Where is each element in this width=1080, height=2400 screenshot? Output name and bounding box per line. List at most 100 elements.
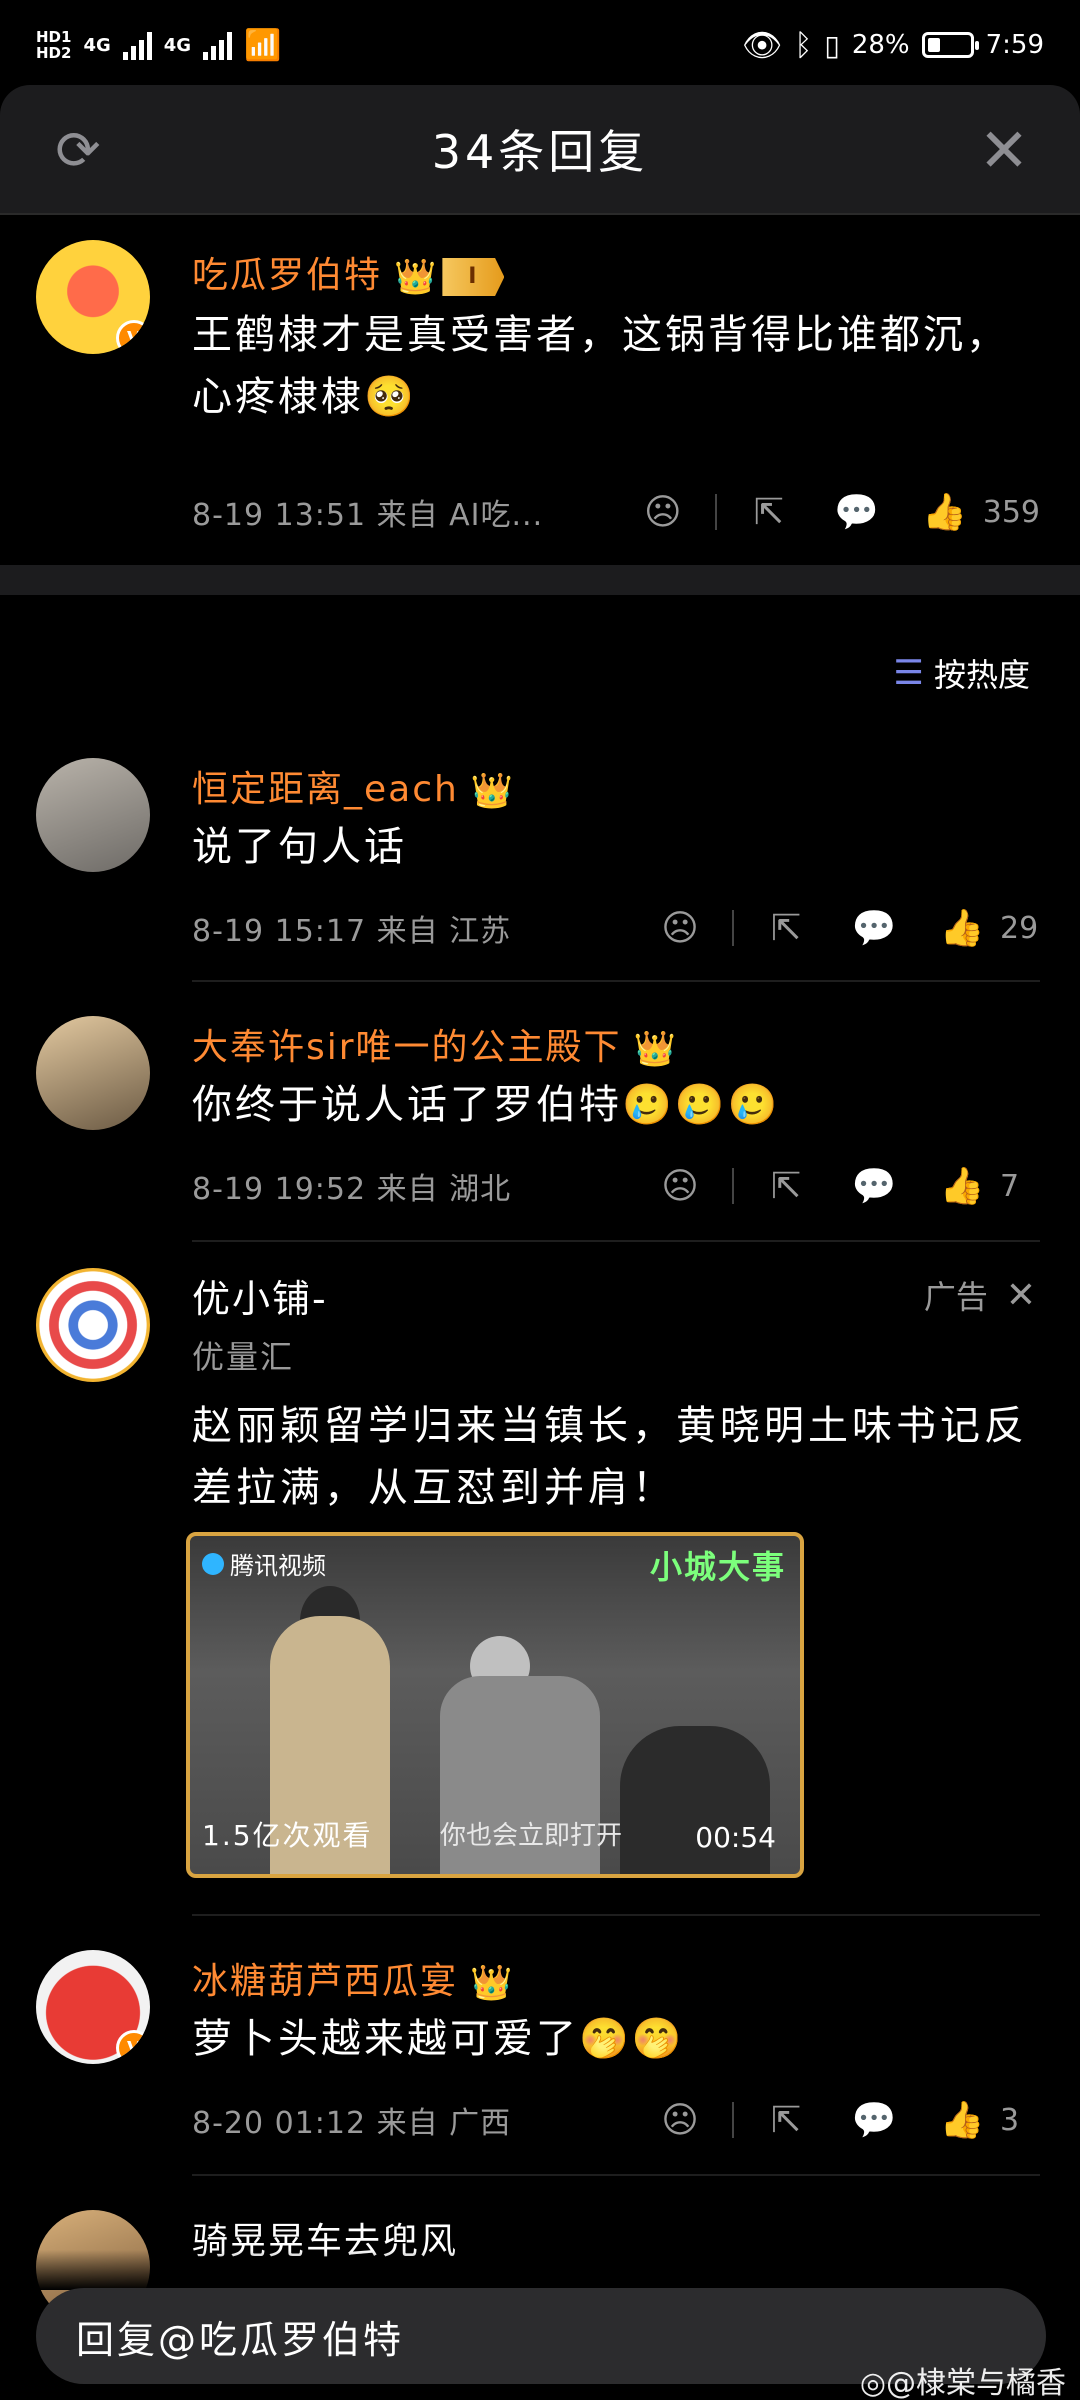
- watermark-text: @棣棠与橘香: [886, 2366, 1066, 2400]
- row-divider: [192, 1914, 1040, 1916]
- comment-time-location: 8-19 13:51 来自 AI吃...: [192, 498, 544, 533]
- dislike-icon[interactable]: ☹: [658, 2098, 702, 2142]
- crown-icon: 👑: [470, 1963, 515, 2003]
- sort-label: 按热度: [933, 656, 1030, 694]
- signal-icon: [122, 30, 152, 60]
- comment-meta: 8-19 15:17 来自 江苏 ☹ ⇱ 💬 👍 29: [192, 898, 1040, 958]
- avatar[interactable]: V: [36, 1950, 150, 2064]
- avatar[interactable]: [36, 758, 150, 872]
- ad-sub: 优量汇: [192, 1338, 295, 1376]
- comment-username[interactable]: 恒定距离_each 👑: [192, 760, 515, 812]
- ad-name[interactable]: 优小铺-: [192, 1268, 328, 1323]
- clock: 7:59: [985, 30, 1044, 60]
- bluetooth-icon: ᛒ: [794, 27, 813, 63]
- crown-icon: 👑: [633, 1029, 678, 1069]
- divider: [732, 2102, 734, 2138]
- sort-icon: ☰: [893, 653, 924, 693]
- share-icon[interactable]: ⇱: [764, 906, 808, 950]
- eye-icon: 👁: [741, 26, 783, 64]
- refresh-icon[interactable]: ⟳: [50, 123, 106, 179]
- reply-icon[interactable]: 💬: [852, 1164, 897, 1208]
- like-count: 29: [1000, 910, 1039, 946]
- like-icon[interactable]: 👍: [940, 2098, 985, 2142]
- share-icon[interactable]: ⇱: [764, 1164, 808, 1208]
- video-brand: 腾讯视频: [202, 1546, 326, 1581]
- crown-icon: 👑: [470, 771, 516, 811]
- comment-meta: 8-20 01:12 来自 广西 ☹ ⇱ 💬 👍 3: [192, 2090, 1040, 2150]
- video-title: 小城大事: [649, 1548, 786, 1586]
- network-label-2: 4G: [163, 34, 192, 56]
- like-count: 359: [982, 494, 1040, 530]
- reply-icon[interactable]: 💬: [852, 906, 897, 950]
- list-item: V 冰糖葫芦西瓜宴 👑 萝卜头越来越可爱了🤭🤭 8-20 01:12 来自 广西 …: [0, 1950, 1080, 2170]
- ad-tag-label: 广告: [923, 1278, 988, 1316]
- avatar[interactable]: V: [36, 240, 150, 354]
- comment-time-location: 8-20 01:12 来自 广西: [192, 2106, 512, 2141]
- battery-icon: [921, 32, 979, 58]
- video-open-text: 你也会立即打开: [440, 1821, 623, 1851]
- crown-icon: 👑: [394, 257, 439, 297]
- vibrate-icon: ▯: [824, 28, 840, 62]
- reply-icon[interactable]: 💬: [852, 2098, 897, 2142]
- share-icon[interactable]: ⇱: [764, 2098, 808, 2142]
- ad-text: 赵丽颖留学归来当镇长，黄晓明土味书记反差拉满，从互怼到并肩！: [192, 1403, 1028, 1511]
- divider: [732, 1168, 734, 1204]
- reply-icon[interactable]: 💬: [834, 490, 879, 534]
- ad-avatar[interactable]: [36, 1268, 150, 1382]
- dislike-icon[interactable]: ☹: [658, 1164, 702, 1208]
- battery-percent: 28%: [851, 30, 910, 60]
- watermark: ◎@棣棠与橘香: [860, 2358, 1066, 2400]
- comment-meta: 8-19 19:52 来自 湖北 ☹ ⇱ 💬 👍 7: [192, 1156, 1040, 1216]
- sort-button[interactable]: ☰ 按热度: [894, 650, 1031, 696]
- list-item: 大奉许sir唯一的公主殿下 👑 你终于说人话了罗伯特🥲🥲🥲 8-19 19:52 …: [0, 1016, 1080, 1236]
- like-icon[interactable]: 👍: [940, 906, 985, 950]
- comment-username[interactable]: 大奉许sir唯一的公主殿下 👑: [192, 1018, 678, 1070]
- reply-placeholder: 回复@吃瓜罗伯特: [76, 2317, 405, 2362]
- hd2-label: HD2: [36, 44, 72, 62]
- hd1-label: HD1: [36, 28, 72, 46]
- wifi-icon: 📶: [244, 27, 282, 63]
- avatar[interactable]: [36, 1016, 150, 1130]
- status-bar: HD1 HD2 4G 4G 📶 👁 ᛒ ▯ 28% 7:59: [0, 0, 1080, 90]
- comment-text: 你终于说人话了罗伯特🥲🥲🥲: [192, 1082, 781, 1128]
- comment-meta: 8-19 13:51 来自 AI吃... ☹ ⇱ 💬 👍 359: [192, 482, 1040, 542]
- network-label-1: 4G: [83, 34, 111, 56]
- video-figure: [620, 1726, 770, 1874]
- dislike-icon[interactable]: ☹: [641, 490, 685, 534]
- comment-text: 萝卜头越来越可爱了🤭🤭: [192, 2016, 685, 2062]
- weibo-icon: ◎: [859, 2366, 886, 2400]
- row-divider: [192, 980, 1040, 982]
- close-ad-icon[interactable]: ✕: [1006, 1275, 1036, 1316]
- rank-badge: I: [442, 258, 505, 296]
- ad-tag: 广告 ✕: [924, 1272, 1036, 1318]
- verified-badge-icon: V: [116, 2030, 150, 2064]
- fade-overlay: [0, 2250, 1080, 2290]
- comment-text: 说了句人话: [192, 824, 407, 870]
- video-views: 1.5亿次观看: [202, 1819, 373, 1852]
- comment-time-location: 8-19 15:17 来自 江苏: [192, 914, 512, 949]
- ad-video-thumbnail[interactable]: 腾讯视频 小城大事 1.5亿次观看 你也会立即打开 00:54: [186, 1532, 804, 1878]
- divider: [714, 494, 717, 530]
- like-count: 7: [1000, 1168, 1020, 1204]
- comment-username[interactable]: 冰糖葫芦西瓜宴 👑: [192, 1952, 514, 2004]
- comment-time-location: 8-19 19:52 来自 湖北: [192, 1172, 512, 1207]
- dislike-icon[interactable]: ☹: [658, 906, 702, 950]
- verified-badge-icon: V: [116, 320, 150, 354]
- section-divider: [0, 565, 1080, 595]
- close-icon[interactable]: ✕: [976, 121, 1032, 181]
- signal-icon-2: [203, 30, 233, 60]
- sim-indicator: HD1 HD2: [36, 29, 71, 61]
- like-icon[interactable]: 👍: [922, 490, 967, 534]
- list-item: 恒定距离_each 👑 说了句人话 8-19 15:17 来自 江苏 ☹ ⇱ 💬 …: [0, 758, 1080, 978]
- comment-username[interactable]: 吃瓜罗伯特 👑 I: [192, 246, 505, 298]
- row-divider: [192, 1240, 1040, 1242]
- main-comment: V 吃瓜罗伯特 👑 I 王鹤棣才是真受害者，这锅背得比谁都沉，心疼棣棣🥺 8-19 …: [0, 240, 1080, 570]
- share-icon[interactable]: ⇱: [747, 490, 791, 534]
- page-title: 34条回复: [431, 125, 649, 179]
- like-count: 3: [1000, 2102, 1020, 2138]
- sheet-header: ⟳ 34条回复 ✕: [0, 85, 1080, 215]
- video-duration: 00:54: [695, 1821, 776, 1854]
- like-icon[interactable]: 👍: [940, 1164, 985, 1208]
- divider: [732, 910, 734, 946]
- tencent-video-icon: [202, 1552, 224, 1575]
